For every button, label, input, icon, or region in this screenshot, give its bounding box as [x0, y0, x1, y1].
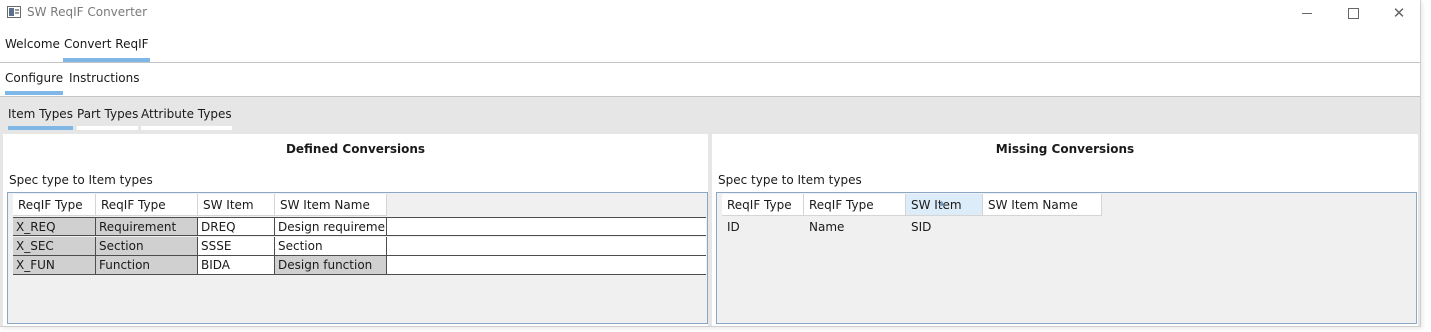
- defined-conversions-panel: Defined Conversions Spec type to Item ty…: [3, 134, 708, 326]
- tab-attribute-types[interactable]: Attribute Types: [141, 107, 232, 130]
- cell-reqif-type-id[interactable]: X_FUN: [13, 256, 96, 275]
- minimize-button[interactable]: [1284, 0, 1330, 26]
- main-tab-bar: Welcome Convert ReqIF: [0, 28, 1420, 63]
- panel-title: Defined Conversions: [285, 142, 426, 156]
- column-header-reqif-type-name[interactable]: ReqIF Type Name: [96, 194, 198, 234]
- row-filler: [387, 217, 706, 236]
- tab-part-types[interactable]: Part Types: [77, 107, 139, 130]
- cell-sw-item-sid[interactable]: DREQ: [198, 217, 275, 236]
- column-header-label: SW Item SID: [911, 198, 962, 234]
- tab-label: Welcome: [5, 37, 60, 51]
- column-header-sw-item-sid[interactable]: ▲ SW Item SID: [906, 194, 983, 234]
- conversions-area: Defined Conversions Spec type to Item ty…: [0, 131, 1420, 326]
- sub-tab-bar: Configure Instructions: [0, 63, 1420, 97]
- cell-sw-item-name[interactable]: Design requirement: [275, 217, 387, 236]
- active-tab-indicator: [8, 126, 73, 130]
- panel-subheading: Spec type to Item types: [718, 173, 862, 187]
- column-header-sw-item-name[interactable]: SW Item Name: [983, 194, 1102, 216]
- tab-welcome[interactable]: Welcome: [5, 37, 60, 51]
- cell-sw-item-sid[interactable]: BIDA: [198, 256, 275, 275]
- defined-conversions-grid[interactable]: ReqIF Type ID ReqIF Type Name SW Item SI…: [7, 192, 708, 324]
- missing-conversions-panel: Missing Conversions Spec type to Item ty…: [712, 134, 1418, 326]
- close-icon: ✕: [1392, 3, 1406, 22]
- active-tab-indicator: [5, 91, 64, 95]
- tab-label: Instructions: [69, 71, 140, 85]
- sort-ascending-icon: ▲: [939, 199, 945, 207]
- cell-sw-item-name[interactable]: Design function: [275, 256, 387, 275]
- tab-label: Item Types: [8, 107, 73, 121]
- cell-reqif-type-id[interactable]: X_REQ: [13, 217, 96, 236]
- panel-subheading: Spec type to Item types: [9, 173, 153, 187]
- cell-sw-item-name[interactable]: Section: [275, 237, 387, 256]
- column-header-reqif-type-name[interactable]: ReqIF Type Name: [804, 194, 906, 234]
- close-button[interactable]: ✕: [1376, 0, 1422, 26]
- active-tab-indicator: [63, 58, 150, 62]
- tab-indicator: [141, 126, 232, 130]
- tab-label: Part Types: [77, 107, 139, 121]
- maximize-button[interactable]: [1330, 0, 1376, 26]
- title-bar[interactable]: SW ReqIF Converter ✕: [0, 0, 1420, 26]
- missing-conversions-grid[interactable]: ReqIF Type ID ReqIF Type Name ▲ SW Item …: [716, 192, 1417, 324]
- tab-indicator: [77, 126, 139, 130]
- tab-label: Convert ReqIF: [64, 37, 149, 51]
- window-title: SW ReqIF Converter: [27, 5, 148, 19]
- app-window: SW ReqIF Converter ✕ Welcome Convert Req…: [0, 0, 1421, 327]
- cell-sw-item-sid[interactable]: SSSE: [198, 237, 275, 256]
- cell-reqif-type-id[interactable]: X_SEC: [13, 237, 96, 256]
- column-header-reqif-type-id[interactable]: ReqIF Type ID: [13, 194, 96, 234]
- type-tab-bar: Item Types Part Types Attribute Types: [0, 97, 1420, 131]
- cell-reqif-type-name[interactable]: Section: [96, 237, 198, 256]
- tab-convert-reqif[interactable]: Convert ReqIF: [63, 37, 150, 62]
- panel-title: Missing Conversions: [995, 142, 1135, 156]
- tab-instructions[interactable]: Instructions: [69, 71, 139, 85]
- tab-item-types[interactable]: Item Types: [8, 107, 73, 130]
- column-header-reqif-type-id[interactable]: ReqIF Type ID: [722, 194, 804, 234]
- column-header-sw-item-sid[interactable]: SW Item SID: [198, 194, 275, 234]
- cell-reqif-type-name[interactable]: Requirement: [96, 217, 198, 236]
- row-filler: [387, 256, 706, 275]
- column-header-sw-item-name[interactable]: SW Item Name: [275, 194, 387, 216]
- app-window-icon: [7, 6, 21, 18]
- tab-configure[interactable]: Configure: [5, 71, 64, 95]
- tab-label: Configure: [5, 71, 64, 85]
- row-filler: [387, 237, 706, 256]
- tab-label: Attribute Types: [141, 107, 232, 121]
- maximize-icon: [1347, 7, 1359, 19]
- minimize-icon: [1302, 12, 1312, 14]
- cell-reqif-type-name[interactable]: Function: [96, 256, 198, 275]
